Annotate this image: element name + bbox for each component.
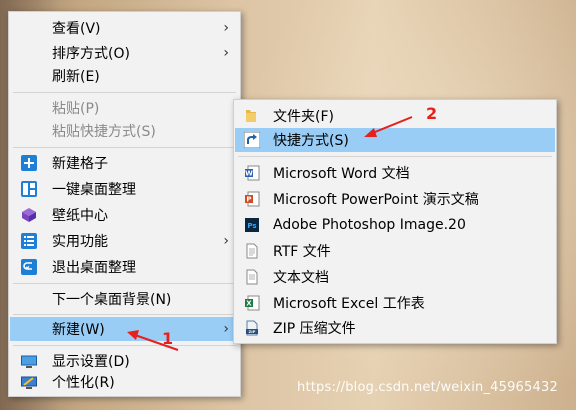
annotation-arrowhead-2 bbox=[364, 128, 377, 137]
annotation-arrows bbox=[127, 116, 413, 351]
annotation-number-2: 2 bbox=[426, 104, 438, 123]
annotation-arrowhead-1 bbox=[127, 330, 139, 340]
watermark-text: https://blog.csdn.net/weixin_45965432 bbox=[297, 380, 558, 395]
annotation-number-1: 1 bbox=[162, 329, 174, 348]
annotation-arrow-2 bbox=[369, 116, 413, 135]
